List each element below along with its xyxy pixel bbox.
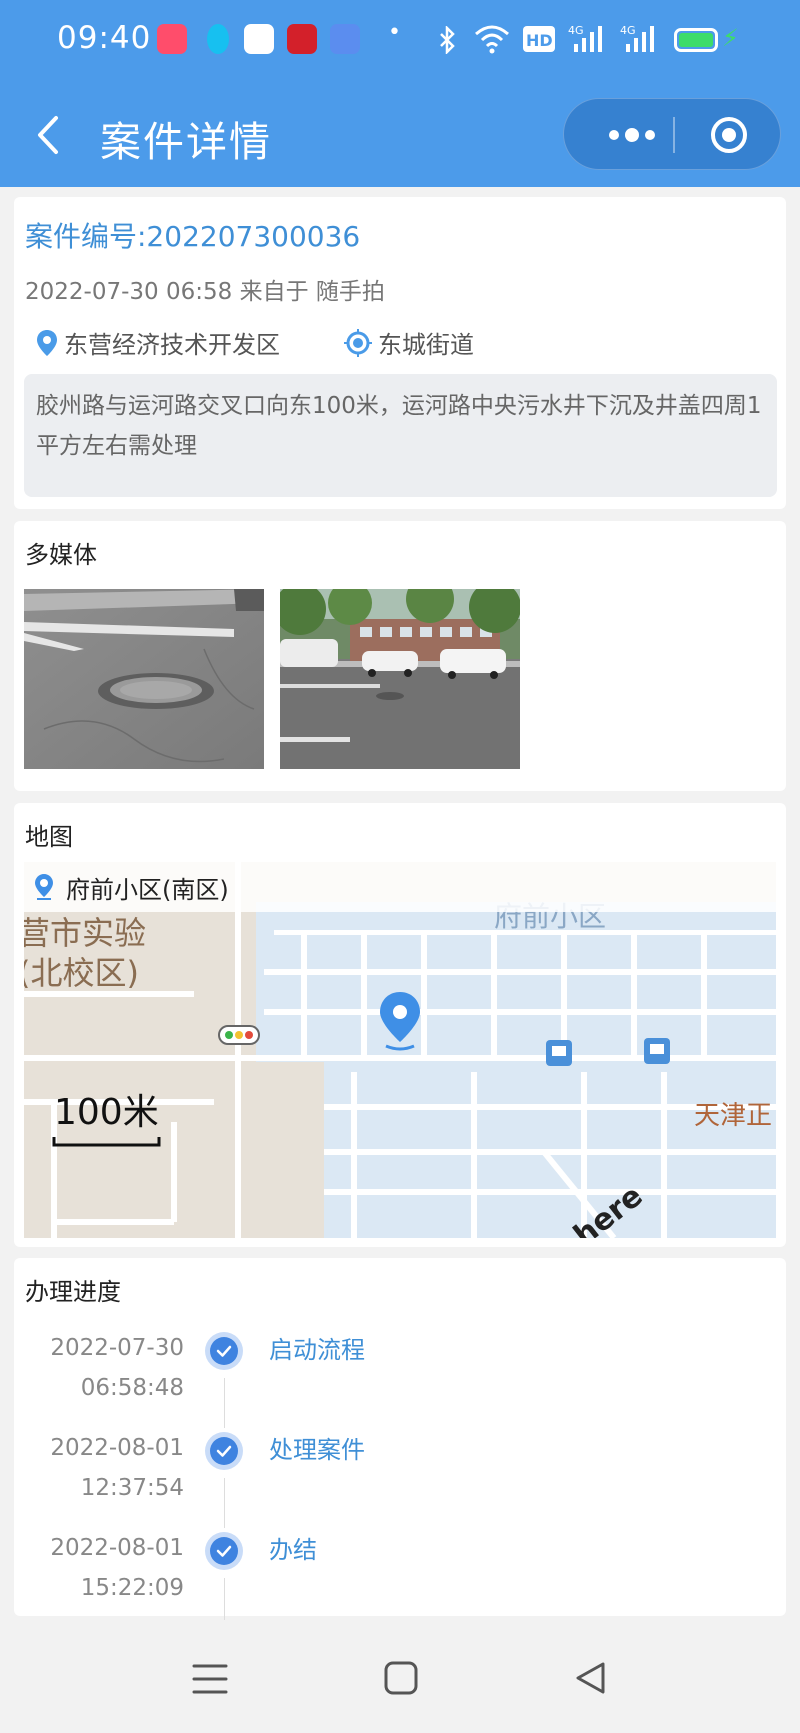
case-meta: 2022-07-30 06:58 来自于 随手拍 [25,279,385,305]
timeline-step-label: 办结 [269,1536,317,1564]
svg-text:4G: 4G [620,24,636,37]
timeline-step-label: 启动流程 [269,1336,365,1364]
timeline-time: 06:58:48 [80,1375,184,1401]
timeline-datetime: 2022-07-30 06:58:48 [50,1328,184,1408]
timeline-connector [224,1378,225,1428]
traffic-light-icon [218,1025,260,1045]
signal-4g-icon-2: 4G [620,24,654,52]
district-label: 东营经济技术开发区 [64,331,280,359]
hd-icon: HD [523,26,555,52]
map-label-tianjin: 天津正 [694,1101,772,1131]
capsule-divider [673,117,675,153]
dot-icon: • [388,20,401,45]
street-label: 东城街道 [378,331,474,359]
map-scale-label: 100米 [54,1092,159,1133]
bus-stop-icon [546,1040,572,1066]
case-info-card: 案件编号:202207300036 2022-07-30 06:58 来自于 随… [14,197,786,509]
media-photo-street-view[interactable] [280,589,520,769]
circle-app-icon [244,24,274,54]
check-circle-icon [205,1432,243,1470]
back-icon[interactable] [573,1660,607,1696]
header: 09:40 • HD 4G 4G ⚡ 案件详情 [0,0,800,187]
timeline-step: 2022-08-01 12:37:54 处理案件 [14,1428,786,1528]
case-number: 案件编号:202207300036 [25,220,361,253]
more-dots-icon[interactable] [592,99,672,171]
timeline-date: 2022-07-30 [50,1335,184,1361]
study-app-icon [287,24,317,54]
svg-text:HD: HD [526,31,553,50]
chevron-left-icon[interactable] [30,110,66,160]
map-label-school-line2: (北校区) [24,954,139,992]
charging-icon: ⚡ [722,24,739,52]
map-label-school-line1: 营市实验 [24,914,146,952]
bus-stop-icon-2 [644,1038,670,1064]
system-nav-bar [0,1620,800,1733]
page-title: 案件详情 [100,118,272,166]
status-time: 09:40 [57,20,152,56]
cloud-app-icon [330,24,360,54]
target-icon[interactable] [709,115,749,155]
timeline-step: 2022-07-30 06:58:48 启动流程 [14,1328,786,1428]
menu-icon[interactable] [190,1662,230,1696]
map-card: 地图 营市实验 (北校区) 府前小区 天津正 100米 here 府前小区(南区… [14,803,786,1247]
media-photo-manhole-closeup[interactable] [24,589,264,769]
progress-section-title: 办理进度 [25,1278,121,1306]
video-app-icon [157,24,187,54]
timeline-datetime: 2022-08-01 15:22:09 [50,1528,184,1608]
status-bar: 09:40 • HD 4G 4G ⚡ [0,0,800,80]
location-pin-icon [37,329,57,356]
timeline-time: 12:37:54 [80,1475,184,1501]
drop-app-icon [207,24,229,54]
map-section-title: 地图 [25,823,73,851]
check-circle-icon [205,1532,243,1570]
location-pin-icon [35,874,53,900]
signal-4g-icon: 4G [568,24,602,52]
timeline-date: 2022-08-01 [50,1535,184,1561]
media-card: 多媒体 [14,521,786,791]
locate-icon [344,328,372,357]
timeline-connector [224,1478,225,1528]
battery-icon [674,28,718,52]
wifi-icon [475,25,509,54]
map-address: 府前小区(南区) [66,875,229,904]
map-view[interactable]: 营市实验 (北校区) 府前小区 天津正 100米 here 府前小区(南区) [24,862,776,1238]
home-icon[interactable] [383,1660,419,1696]
district-tag: 东营经济技术开发区 [36,325,280,360]
progress-card: 办理进度 2022-07-30 06:58:48 启动流程 2022-08-01… [14,1258,786,1628]
check-circle-icon [205,1332,243,1370]
bluetooth-icon [440,26,455,54]
mini-program-capsule [563,98,781,170]
timeline-datetime: 2022-08-01 12:37:54 [50,1428,184,1508]
street-tag: 东城街道 [344,325,474,360]
timeline-step-label: 处理案件 [269,1436,365,1464]
timeline-date: 2022-08-01 [50,1435,184,1461]
timeline-step: 2022-08-01 15:22:09 办结 [14,1528,786,1628]
media-section-title: 多媒体 [25,541,97,569]
map-address-bar: 府前小区(南区) [24,862,776,912]
svg-text:4G: 4G [568,24,584,37]
timeline-time: 15:22:09 [80,1575,184,1601]
case-description: 胶州路与运河路交叉口向东100米，运河路中央污水井下沉及井盖四周1平方左右需处理 [24,374,777,497]
